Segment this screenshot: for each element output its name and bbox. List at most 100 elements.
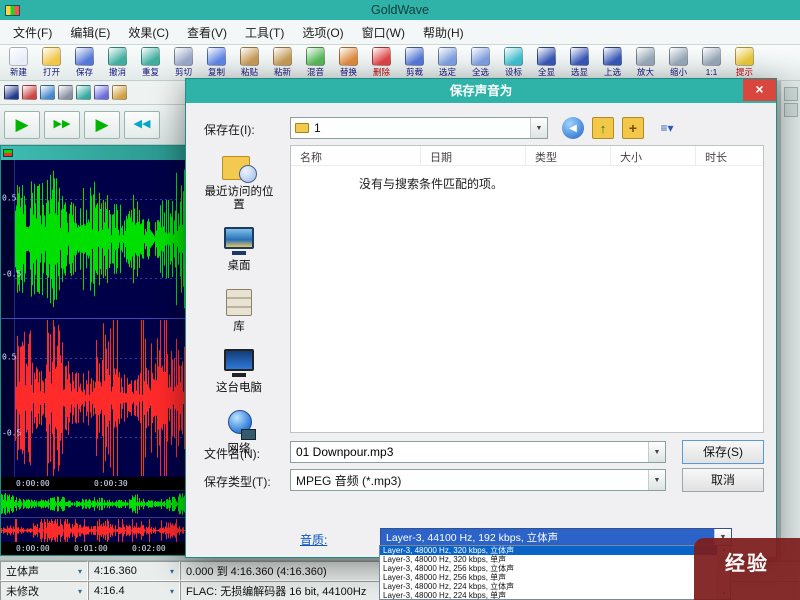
save-button[interactable]: 保存(S) bbox=[682, 440, 764, 464]
toolbar-button-set-marker[interactable]: 设标 bbox=[497, 46, 530, 77]
menu-item-8[interactable]: 帮助(H) bbox=[414, 21, 473, 44]
dialog-title-bar: 保存声音为 × bbox=[186, 79, 776, 103]
toolbar2-button-4[interactable] bbox=[58, 85, 73, 100]
toolbar-button-save[interactable]: 保存 bbox=[68, 46, 101, 77]
toolbar-button-undo[interactable]: 撤消 bbox=[101, 46, 134, 77]
tool-7-icon bbox=[112, 85, 127, 100]
toolbar-button-paste[interactable]: 粘贴 bbox=[233, 46, 266, 77]
play-all-icon: ▶▶ bbox=[54, 119, 71, 130]
filetype-combo[interactable]: MPEG 音频 (*.mp3) ▼ bbox=[290, 469, 666, 491]
toolbar-button-open[interactable]: 打开 bbox=[35, 46, 68, 77]
column-header-3[interactable]: 类型 bbox=[526, 146, 611, 165]
toolbar-button-zoom-out[interactable]: 缩小 bbox=[662, 46, 695, 77]
quality-option-2[interactable]: Layer-3, 48000 Hz, 320 kbps, 单声 bbox=[380, 555, 717, 564]
clipped-toolbar-icon[interactable] bbox=[784, 103, 798, 117]
overview-panel[interactable] bbox=[1, 490, 185, 542]
waveform-right-channel[interactable] bbox=[15, 319, 185, 477]
filename-combo[interactable]: ▼ bbox=[290, 441, 666, 463]
left-channel-panel[interactable]: 0.5 -0.5 bbox=[1, 160, 185, 318]
toolbar-button-mix[interactable]: 混音 bbox=[299, 46, 332, 77]
toolbar-button-new[interactable]: 新建 bbox=[2, 46, 35, 77]
clipped-toolbar-icon[interactable] bbox=[784, 87, 798, 101]
menu-item-1[interactable]: 文件(F) bbox=[4, 21, 61, 44]
menu-item-6[interactable]: 选项(O) bbox=[293, 21, 352, 44]
quality-combo[interactable]: Layer-3, 44100 Hz, 192 kbps, 立体声 ▼ bbox=[380, 528, 732, 546]
column-header-5[interactable]: 时长 bbox=[696, 146, 763, 165]
toolbar-button-zoom-in[interactable]: 放大 bbox=[629, 46, 662, 77]
transport-play-selection-button[interactable]: ▶ bbox=[84, 111, 120, 139]
dropdown-arrow-icon[interactable]: ▼ bbox=[648, 470, 665, 490]
dropdown-arrow-icon[interactable]: ▼ bbox=[648, 442, 665, 462]
save-in-combo[interactable]: 1 ▼ bbox=[290, 117, 548, 139]
toolbar-button-delete[interactable]: 删除 bbox=[365, 46, 398, 77]
quality-option-3[interactable]: Layer-3, 48000 Hz, 256 kbps, 立体声 bbox=[380, 564, 717, 573]
new-folder-icon[interactable]: + bbox=[622, 117, 644, 139]
toolbar-button-replace[interactable]: 替换 bbox=[332, 46, 365, 77]
toolbar-button-redo[interactable]: 重复 bbox=[134, 46, 167, 77]
place-desktop[interactable]: 桌面 bbox=[193, 225, 285, 273]
toolbar2-button-2[interactable] bbox=[22, 85, 37, 100]
column-header-2[interactable]: 日期 bbox=[421, 146, 526, 165]
menu-item-5[interactable]: 工具(T) bbox=[236, 21, 293, 44]
toolbar2-button-7[interactable] bbox=[112, 85, 127, 100]
menu-item-2[interactable]: 编辑(E) bbox=[61, 21, 119, 44]
overview-right-wave[interactable] bbox=[1, 517, 185, 543]
toolbar2-button-3[interactable] bbox=[40, 85, 55, 100]
dialog-title: 保存声音为 bbox=[450, 84, 513, 98]
go-to-last-folder-icon[interactable]: ◀ bbox=[562, 117, 584, 139]
close-icon[interactable]: × bbox=[743, 79, 776, 101]
file-list[interactable]: 名称日期类型大小时长 没有与搜索条件匹配的项。 bbox=[290, 145, 764, 433]
sound-window-title-bar bbox=[1, 146, 185, 160]
overview-left-wave[interactable] bbox=[1, 491, 185, 517]
toolbar-button-paste-new[interactable]: 粘新 bbox=[266, 46, 299, 77]
toolbar-button-copy[interactable]: 复制 bbox=[200, 46, 233, 77]
transport-play-button[interactable]: ▶ bbox=[4, 111, 40, 139]
filename-label: 文件名(N): bbox=[204, 445, 260, 462]
amplitude-label: -0.5 bbox=[2, 269, 21, 278]
menu-item-3[interactable]: 效果(C) bbox=[119, 21, 178, 44]
toolbar-button-zoom-1-1[interactable]: 1:1 bbox=[695, 46, 728, 77]
dropdown-arrow-icon: ▾ bbox=[170, 567, 174, 576]
toolbar-button-trim[interactable]: 剪裁 bbox=[398, 46, 431, 77]
redo-icon bbox=[141, 47, 160, 66]
view-menu-icon[interactable]: ≡▾ bbox=[652, 117, 682, 139]
status-cell-r1-2[interactable]: 4:16.360▾ bbox=[88, 561, 180, 581]
toolbar-button-show-selection[interactable]: 选显 bbox=[563, 46, 596, 77]
quality-option-4[interactable]: Layer-3, 48000 Hz, 256 kbps, 单声 bbox=[380, 573, 717, 582]
toolbar-button-tips[interactable]: 提示 bbox=[728, 46, 761, 77]
toolbar2-button-1[interactable] bbox=[4, 85, 19, 100]
place-this-pc[interactable]: 这台电脑 bbox=[193, 347, 285, 395]
tool-6-icon bbox=[94, 85, 109, 100]
time-label: 0:00:00 bbox=[16, 542, 74, 555]
paste-new-icon bbox=[273, 47, 292, 66]
quality-option-1[interactable]: Layer-3, 48000 Hz, 320 kbps, 立体声 bbox=[380, 546, 717, 555]
filename-input[interactable] bbox=[291, 445, 648, 459]
place-libraries[interactable]: 库 bbox=[193, 286, 285, 334]
column-header-1[interactable]: 名称 bbox=[291, 146, 421, 165]
status-cell-r1-1[interactable]: 立体声▾ bbox=[0, 561, 88, 581]
amplitude-label: 0.5 bbox=[2, 193, 16, 202]
transport-rewind-button[interactable]: ◀◀ bbox=[124, 111, 160, 139]
toolbar-button-select-all[interactable]: 全选 bbox=[464, 46, 497, 77]
dropdown-arrow-icon[interactable]: ▼ bbox=[530, 118, 547, 138]
toolbar-button-cut[interactable]: 剪切 bbox=[167, 46, 200, 77]
transport-play-all-button[interactable]: ▶▶ bbox=[44, 111, 80, 139]
quality-link[interactable]: 音质: bbox=[300, 531, 327, 548]
toolbar2-button-6[interactable] bbox=[94, 85, 109, 100]
cancel-button[interactable]: 取消 bbox=[682, 468, 764, 492]
status-cell-r2-1[interactable]: 未修改▾ bbox=[0, 581, 88, 600]
menu-item-7[interactable]: 窗口(W) bbox=[353, 21, 414, 44]
quality-option-5[interactable]: Layer-3, 48000 Hz, 224 kbps, 立体声 bbox=[380, 582, 717, 591]
toolbar2-button-5[interactable] bbox=[76, 85, 91, 100]
menu-item-4[interactable]: 查看(V) bbox=[178, 21, 236, 44]
place-recent-places[interactable]: 最近访问的位置 bbox=[193, 151, 285, 212]
waveform-left-channel[interactable] bbox=[15, 160, 185, 318]
toolbar-button-select[interactable]: 选定 bbox=[431, 46, 464, 77]
toolbar-button-previous-zoom[interactable]: 上选 bbox=[596, 46, 629, 77]
column-header-4[interactable]: 大小 bbox=[611, 146, 696, 165]
right-channel-panel[interactable]: 0.5-0.5 bbox=[1, 318, 185, 477]
toolbar-button-show-all[interactable]: 全显 bbox=[530, 46, 563, 77]
quality-option-6[interactable]: Layer-3, 48000 Hz, 224 kbps, 单声 bbox=[380, 591, 717, 600]
status-cell-r2-2[interactable]: 4:16.4▾ bbox=[88, 581, 180, 600]
up-one-level-icon[interactable]: ↑ bbox=[592, 117, 614, 139]
